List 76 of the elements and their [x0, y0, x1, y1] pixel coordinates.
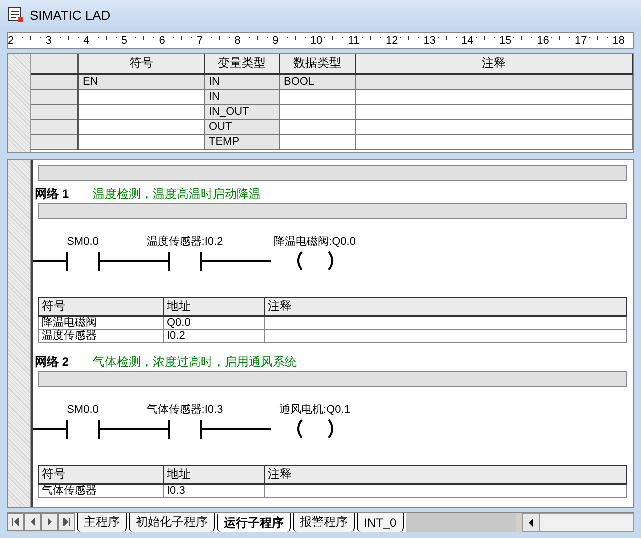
rung-wire: [201, 428, 271, 430]
column-header: 符号: [38, 466, 164, 484]
ruler-mark: 7: [196, 34, 204, 46]
left-arrow-icon: [28, 518, 36, 526]
contact-symbol[interactable]: [66, 252, 100, 271]
table-cell: IN: [204, 90, 280, 104]
coil-symbol[interactable]: [298, 251, 334, 271]
contact-symbol[interactable]: [168, 252, 202, 271]
contact-label: SM0.0: [67, 404, 99, 416]
table-cell: 降温电磁阀: [38, 316, 164, 330]
row-header[interactable]: [31, 74, 78, 90]
row-header[interactable]: [31, 134, 78, 150]
right-arrow-icon: [62, 518, 70, 526]
table-cell: Q0.0: [164, 316, 264, 330]
table-cell: I0.3: [164, 484, 264, 498]
row-header: [31, 54, 78, 74]
table-cell: 温度传感器: [38, 330, 164, 342]
table-cell: IN_OUT: [204, 104, 280, 120]
rung-wire: [201, 260, 271, 262]
ladder-app-icon: [8, 7, 24, 23]
program-tab[interactable]: 报警程序: [293, 513, 355, 532]
ruler-mark: 5: [121, 34, 129, 46]
program-tab[interactable]: INT_0: [357, 513, 404, 532]
column-header: 数据类型: [280, 54, 356, 74]
window-title: SIMATIC LAD: [30, 8, 111, 22]
right-arrow-icon: [46, 518, 54, 526]
rung-wire: [99, 260, 169, 262]
contact-symbol[interactable]: [66, 420, 100, 439]
previous-tab-button[interactable]: [24, 513, 41, 531]
column-header: 符号: [38, 298, 164, 316]
table-cell: IN: [204, 74, 280, 90]
program-tab[interactable]: 运行子程序: [217, 513, 291, 532]
column-header: 地址: [164, 466, 264, 484]
column-header: 地址: [164, 298, 264, 316]
row-header[interactable]: [31, 90, 78, 104]
program-tab[interactable]: 主程序: [77, 513, 127, 532]
network-comment: 气体检测，浓度过高时，启用通风系统: [93, 354, 298, 370]
first-tab-button[interactable]: [7, 513, 24, 531]
table-cell: BOOL: [280, 74, 356, 90]
left-arrow-icon: [12, 518, 20, 526]
last-tab-button[interactable]: [58, 513, 75, 531]
table-cell: OUT: [204, 120, 280, 134]
rung-wire: [99, 428, 169, 430]
row-header[interactable]: [31, 120, 78, 134]
coil-label: 降温电磁阀:Q0.0: [274, 236, 356, 248]
row-header[interactable]: [31, 104, 78, 120]
column-header: 注释: [264, 298, 626, 316]
ruler-mark: 8: [234, 34, 242, 46]
program-tab[interactable]: 初始化子程序: [129, 513, 215, 532]
ruler-mark: 4: [84, 34, 91, 46]
contact-label: 温度传感器:I0.2: [146, 236, 224, 248]
column-header: 注释: [264, 466, 626, 484]
next-tab-button[interactable]: [41, 513, 58, 531]
coil-label: 通风电机:Q0.1: [280, 404, 350, 416]
contact-symbol[interactable]: [168, 420, 202, 439]
network-title: 网络 1: [35, 186, 70, 202]
column-header: 符号: [78, 54, 204, 74]
network-comment: 温度检测，温度高温时启动降温: [93, 186, 262, 202]
ruler-mark: 9: [272, 34, 280, 46]
contact-label: 气体传感器:I0.3: [146, 404, 224, 416]
coil-symbol[interactable]: [298, 419, 334, 439]
table-cell: TEMP: [204, 134, 280, 150]
power-rail-wire: [33, 428, 67, 430]
table-cell: I0.2: [164, 330, 264, 342]
horizontal-scrollbar[interactable]: [522, 513, 634, 532]
scroll-left-icon[interactable]: [528, 518, 534, 526]
power-rail-wire: [33, 260, 67, 262]
column-header: 变量类型: [204, 54, 280, 74]
network-title: 网络 2: [35, 354, 70, 370]
contact-label: SM0.0: [67, 236, 99, 248]
ruler-mark: 2: [8, 34, 16, 46]
table-cell: 气体传感器: [38, 484, 164, 498]
column-header: 注释: [356, 54, 632, 74]
ruler-mark: 6: [159, 34, 166, 46]
ruler-mark: 3: [46, 34, 53, 46]
table-cell: EN: [78, 74, 204, 90]
